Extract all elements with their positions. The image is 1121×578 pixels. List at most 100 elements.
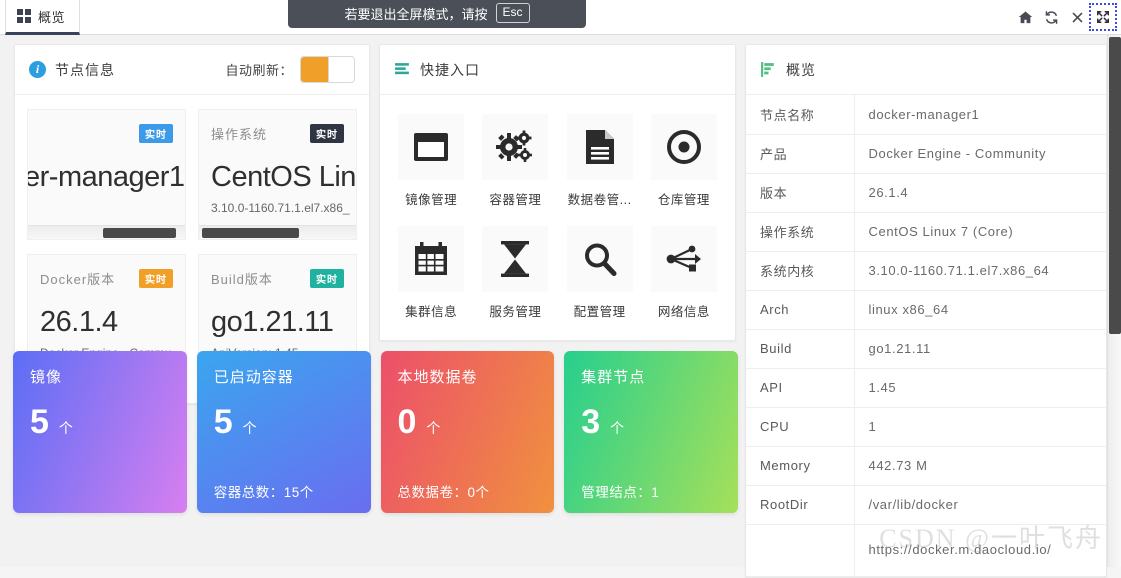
row-key: RootDir (746, 485, 854, 524)
row-value: go1.21.11 (854, 329, 1106, 368)
entry-label: 配置管理 (561, 301, 639, 320)
scrollbar-thumb[interactable] (1109, 37, 1121, 334)
table-row: 系统内核 3.10.0-1160.71.1.el7.x86_64 (746, 251, 1106, 290)
search-icon (583, 242, 617, 276)
entry-label: 镜像管理 (392, 189, 470, 208)
table-row: 操作系统 CentOS Linux 7 (Core) (746, 212, 1106, 251)
toast-text: 若要退出全屏模式，请按 (344, 4, 487, 23)
stat-title: 镜像 (30, 366, 187, 387)
refresh-button[interactable] (1038, 4, 1064, 30)
entry-label: 网络信息 (645, 301, 723, 320)
scrollbar-thumb[interactable] (103, 228, 175, 238)
stat-value: 0 (398, 403, 417, 442)
quick-entry-service-management[interactable]: 服务管理 (476, 226, 554, 320)
auto-refresh-toggle[interactable] (300, 56, 355, 83)
windows-grid-icon (17, 9, 31, 23)
entry-label: 服务管理 (476, 301, 554, 320)
quick-entry-cluster-info[interactable]: 集群信息 (392, 226, 470, 320)
stat-unit: 个 (243, 418, 257, 438)
page-body: i 节点信息 自动刷新： 实时 (0, 35, 1121, 567)
row-key: 操作系统 (746, 212, 854, 251)
auto-refresh-label: 自动刷新： (225, 60, 293, 79)
quick-entry-network-info[interactable]: 网络信息 (645, 226, 723, 320)
entry-label: 数据卷管... (561, 189, 639, 208)
row-value: /var/lib/docker (854, 485, 1106, 524)
row-key: CPU (746, 407, 854, 446)
right-column: 概览 节点名称 docker-manager1 产品 Docker Engine… (745, 44, 1107, 578)
realtime-badge: 实时 (310, 124, 344, 143)
stat-number-row: 3 个 (581, 403, 738, 442)
entry-icon-box (651, 114, 717, 180)
fullscreen-button[interactable] (1090, 4, 1116, 30)
row-value: linux x86_64 (854, 290, 1106, 329)
metric-value: CentOS Lin (211, 161, 344, 194)
toast-key: Esc (496, 3, 530, 22)
row-value: 442.73 M (854, 446, 1106, 485)
quick-entry-registry-management[interactable]: 仓库管理 (645, 114, 723, 208)
entry-icon-box (398, 226, 464, 292)
metric-value: 26.1.4 (40, 306, 173, 339)
table-row: Build go1.21.11 (746, 329, 1106, 368)
quick-entry-image-management[interactable]: 镜像管理 (392, 114, 470, 208)
row-key: 节点名称 (746, 95, 854, 134)
table-row: API 1.45 (746, 368, 1106, 407)
scrollbar-thumb[interactable] (202, 228, 299, 238)
metric-card-node-name[interactable]: 实时 ker-manager1 (27, 109, 186, 240)
row-key: API (746, 368, 854, 407)
row-key (746, 524, 854, 576)
entry-icon-box (482, 114, 548, 180)
home-button[interactable] (1012, 4, 1038, 30)
fullscreen-toast: 若要退出全屏模式，请按 Esc (288, 0, 586, 28)
quick-entry-volume-management[interactable]: 数据卷管... (561, 114, 639, 208)
metric-value: go1.21.11 (211, 306, 344, 339)
node-info-panel: i 节点信息 自动刷新： 实时 (14, 44, 370, 404)
realtime-badge: 实时 (139, 269, 173, 288)
metric-card-os[interactable]: 操作系统 实时 CentOS Lin 3.10.0-1160.71.1.el7.… (198, 109, 357, 240)
stat-card-images[interactable]: 镜像 5 个 (13, 351, 187, 513)
table-row: Memory 442.73 M (746, 446, 1106, 485)
node-info-title: 节点信息 (55, 60, 115, 80)
window-frame-icon (413, 132, 449, 162)
entry-icon-box (398, 114, 464, 180)
entry-icon-box (482, 226, 548, 292)
overview-table: 节点名称 docker-manager1 产品 Docker Engine - … (746, 95, 1106, 577)
quick-entry-container-management[interactable]: 容器管理 (476, 114, 554, 208)
middle-column: 快捷入口 镜像管理 (379, 44, 736, 513)
stat-unit: 个 (610, 418, 624, 438)
info-circle-icon: i (29, 61, 46, 78)
stat-footer: 总数据卷：0个 (398, 481, 490, 501)
metric-label: Build版本 (211, 269, 273, 288)
registry-url: https://docker.m.daocloud.io/ (869, 541, 1093, 560)
table-row: 版本 26.1.4 (746, 173, 1106, 212)
overview-header: 概览 (746, 45, 1106, 95)
metric-hscrollbar[interactable] (28, 225, 185, 239)
stat-card-local-volumes[interactable]: 本地数据卷 0 个 总数据卷：0个 (381, 351, 555, 513)
node-info-header: i 节点信息 自动刷新： (15, 45, 369, 95)
close-icon (1071, 11, 1084, 24)
quick-entry-header: 快捷入口 (380, 45, 735, 95)
table-row: 产品 Docker Engine - Community (746, 134, 1106, 173)
quick-entry-title: 快捷入口 (420, 60, 480, 80)
close-button[interactable] (1064, 4, 1090, 30)
stat-card-running-containers[interactable]: 已启动容器 5 个 容器总数：15个 (197, 351, 371, 513)
metric-hscrollbar[interactable] (199, 225, 356, 239)
calendar-icon (414, 242, 448, 276)
quick-entry-panel: 快捷入口 镜像管理 (379, 44, 736, 341)
stat-title: 集群节点 (581, 366, 738, 387)
row-value: 1.45 (854, 368, 1106, 407)
table-row: Arch linux x86_64 (746, 290, 1106, 329)
quick-entry-config-management[interactable]: 配置管理 (561, 226, 639, 320)
refresh-icon (1044, 10, 1059, 25)
stat-unit: 个 (59, 418, 73, 438)
overview-panel: 概览 节点名称 docker-manager1 产品 Docker Engine… (745, 44, 1107, 578)
share-nodes-icon (666, 244, 702, 274)
table-row: CPU 1 (746, 407, 1106, 446)
hourglass-icon (499, 241, 531, 277)
document-icon (585, 129, 615, 165)
tab-overview[interactable]: 概览 (5, 0, 80, 35)
entry-label: 仓库管理 (645, 189, 723, 208)
page-vertical-scrollbar[interactable] (1107, 35, 1121, 567)
stat-footer: 管理结点：1 (581, 481, 659, 501)
stat-card-cluster-nodes[interactable]: 集群节点 3 个 管理结点：1 (564, 351, 738, 513)
window-buttons (1012, 4, 1116, 30)
